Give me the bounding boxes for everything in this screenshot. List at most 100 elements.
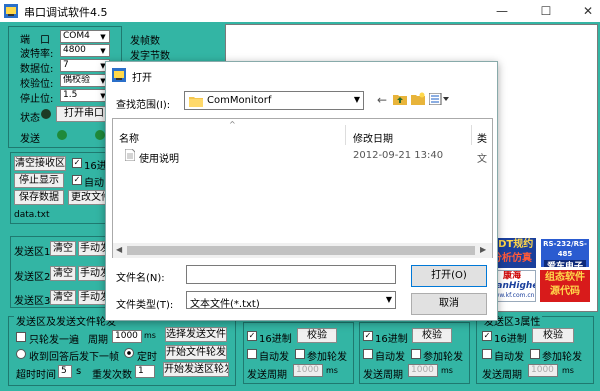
attr3-period-input[interactable]: 1000 [528, 364, 558, 377]
attr3-period-label: 发送周期 [482, 370, 522, 381]
chevron-down-icon: ▼ [353, 95, 360, 104]
file-name: 使用说明 [139, 154, 179, 165]
filetype-label: 文件类型(T): [116, 300, 174, 311]
attr1-period-label: 发送周期 [247, 370, 287, 381]
ad-rs232-banner[interactable]: RS-232/RS-485 爱车电子 [540, 238, 590, 268]
sort-up-icon: ^ [229, 120, 236, 129]
attr2-hex-checkbox[interactable]: ✓ [363, 331, 373, 341]
scroll-right-icon[interactable]: ▶ [480, 245, 486, 254]
ad-config-line2: 源代码 [550, 286, 580, 297]
lookin-select[interactable]: ComMonitorf ▼ [184, 91, 364, 110]
attr2-period-input[interactable]: 1000 [408, 364, 438, 377]
attr3-auto-label: 自动发 [494, 352, 524, 363]
attr3-param-label: 参加轮发 [542, 352, 582, 363]
resend-input[interactable]: 1 [135, 365, 155, 378]
stopbits-select[interactable]: 1.5 ▼ [60, 89, 110, 102]
baud-select[interactable]: 4800 ▼ [60, 44, 110, 57]
horizontal-scrollbar[interactable]: ◀ ▶ [113, 243, 492, 258]
resend-label: 重发次数 [92, 370, 132, 381]
port-label: 端 口 [20, 35, 50, 46]
filename-input[interactable] [186, 265, 396, 284]
view-menu-icon[interactable] [429, 93, 449, 105]
file-row[interactable]: 使用说明 2012-09-21 13:40 文 [115, 147, 491, 165]
auto-clear-checkbox[interactable]: ✓ [72, 175, 82, 185]
stop-display-button[interactable]: 停止显示 [14, 173, 64, 188]
window-title: 串口调试软件4.5 [24, 6, 108, 19]
baud-label: 波特率: [20, 49, 54, 60]
send-area-1-clear-button[interactable]: 清空 [50, 241, 76, 256]
attr2-check-button[interactable]: 校验 [412, 328, 452, 343]
attr1-check-button[interactable]: 校验 [297, 328, 337, 343]
save-data-button[interactable]: 保存数据 [14, 190, 64, 205]
filetype-select[interactable]: 文本文件(*.txt) ▼ [186, 291, 396, 310]
maximize-button[interactable]: ☐ [532, 1, 560, 21]
back-arrow-icon[interactable]: ← [377, 93, 387, 107]
sent-bytes-label: 发字节数 [130, 51, 170, 62]
text-file-icon [125, 149, 135, 161]
attr1-param-label: 参加轮发 [307, 352, 347, 363]
recv-led-icon [95, 130, 105, 140]
send-indicator-label: 发送 [20, 134, 40, 145]
attr3-check-button[interactable]: 校验 [532, 328, 574, 343]
attr2-auto-label: 自动发 [375, 352, 405, 363]
attr1-param-checkbox[interactable] [295, 349, 305, 359]
after-reply-radio[interactable] [16, 349, 26, 359]
open-button[interactable]: 打开(O) [411, 265, 487, 287]
filetype-value: 文本文件(*.txt) [190, 299, 260, 310]
column-name-header[interactable]: 名称 [119, 130, 139, 145]
start-file-send-button[interactable]: 开始文件轮发 [165, 345, 227, 360]
stopbits-label: 停止位: [20, 94, 54, 105]
file-type: 文 [477, 154, 487, 165]
attr1-hex-checkbox[interactable]: ✓ [247, 331, 257, 341]
attr1-hex-label: 16进制 [259, 334, 292, 345]
open-port-button[interactable]: 打开串口 [56, 106, 112, 122]
once-checkbox[interactable] [16, 332, 26, 342]
attr3-hex-checkbox[interactable]: ✓ [482, 331, 492, 341]
attr2-auto-checkbox[interactable] [363, 349, 373, 359]
period-input[interactable]: 1000 [112, 330, 142, 343]
column-divider [345, 125, 346, 145]
databits-select[interactable]: 7 ▼ [60, 59, 110, 72]
once-label: 只轮发一遍 [29, 335, 79, 346]
attr3-auto-checkbox[interactable] [482, 349, 492, 359]
attr2-param-checkbox[interactable] [411, 349, 421, 359]
ad-rs232-body: 爱车电子 [544, 260, 586, 267]
send-area-3-clear-button[interactable]: 清空 [50, 290, 76, 305]
status-label: 状态 [20, 113, 40, 124]
ad-config-software-banner[interactable]: 组态软件 源代码 [540, 270, 590, 302]
attr1-period-input[interactable]: 1000 [293, 364, 323, 377]
attr3-param-checkbox[interactable] [530, 349, 540, 359]
timed-radio[interactable] [124, 348, 134, 358]
title-bar: 串口调试软件4.5 — ☐ ✕ [0, 0, 600, 22]
attr3-hex-label: 16进制 [494, 334, 527, 345]
timeout-input[interactable]: 5 [58, 365, 72, 378]
attr2-hex-label: 16进制 [375, 334, 408, 345]
up-folder-icon[interactable] [393, 93, 407, 105]
filename-label: 文件名(N): [116, 273, 165, 284]
start-area-send-button[interactable]: 开始发送区轮发 [163, 362, 229, 377]
column-type-header[interactable]: 类 [477, 130, 487, 145]
lookin-value: ComMonitorf [207, 95, 272, 106]
column-date-header[interactable]: 修改日期 [353, 130, 393, 145]
ad-rs232-title: RS-232/RS-485 [543, 240, 587, 258]
new-folder-icon[interactable] [411, 92, 425, 105]
attr1-auto-checkbox[interactable] [247, 349, 257, 359]
period-unit: ms [144, 331, 156, 340]
scroll-left-icon[interactable]: ◀ [116, 245, 122, 254]
open-file-dialog: 打开 查找范围(I): ComMonitorf ▼ ← ^ 名称 修改日期 类 … [105, 61, 498, 321]
chevron-down-icon: ▼ [100, 33, 106, 41]
timeout-label: 超时时间 [16, 370, 56, 381]
send-area-2-clear-button[interactable]: 清空 [50, 266, 76, 281]
timeout-unit: s [76, 366, 82, 377]
close-button[interactable]: ✕ [574, 1, 600, 21]
parity-select[interactable]: 偶校验 ▼ [60, 74, 110, 87]
choose-file-button[interactable]: 选择发送文件 [165, 327, 227, 342]
cancel-button[interactable]: 取消 [411, 293, 487, 315]
receive-hex-checkbox[interactable]: ✓ [72, 158, 82, 168]
file-list[interactable]: ^ 名称 修改日期 类 使用说明 2012-09-21 13:40 文 ◀ ▶ [112, 118, 493, 258]
scrollbar-thumb[interactable] [127, 246, 475, 255]
clear-receive-button[interactable]: 清空接收区 [14, 156, 66, 171]
port-select[interactable]: COM4 ▼ [60, 30, 110, 43]
minimize-button[interactable]: — [488, 1, 516, 21]
timed-label: 定时 [137, 352, 157, 363]
